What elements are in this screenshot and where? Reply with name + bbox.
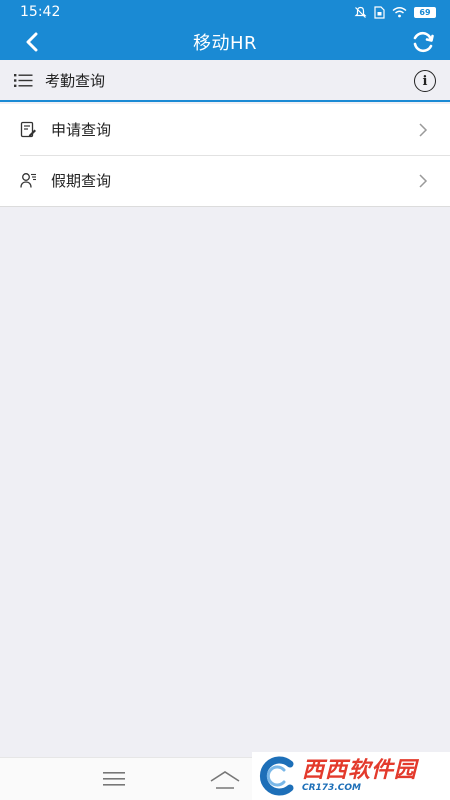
chevron-left-icon xyxy=(26,32,38,52)
wifi-icon xyxy=(392,7,407,18)
menu-item-label: 申请查询 xyxy=(51,121,112,139)
status-bar: 15:42 69 xyxy=(0,0,450,24)
section-title: 考勤查询 xyxy=(45,71,106,90)
refresh-icon xyxy=(413,31,434,53)
menu-item-application-query[interactable]: 申请查询 xyxy=(0,104,450,155)
chevron-right-icon xyxy=(419,123,428,137)
status-time: 15:42 xyxy=(20,4,61,20)
info-icon: i xyxy=(422,73,428,89)
menu-icon[interactable] xyxy=(103,771,125,787)
home-icon[interactable] xyxy=(209,769,241,791)
page-title: 移动HR xyxy=(192,33,258,54)
menu-item-label: 假期查询 xyxy=(51,172,112,190)
chevron-right-icon xyxy=(419,174,428,188)
list-icon xyxy=(14,73,33,87)
back-button[interactable] xyxy=(18,28,46,56)
watermark-text: 西西软件园 CR173.COM xyxy=(302,758,418,794)
query-menu-list: 申请查询 假期查询 xyxy=(0,104,450,207)
user-list-icon xyxy=(20,173,36,188)
watermark-c-logo-icon xyxy=(259,756,294,796)
battery-icon: 69 xyxy=(414,6,436,18)
watermark-logo: 西西软件园 CR173.COM xyxy=(252,752,450,800)
edit-document-icon xyxy=(20,121,36,137)
sim-icon xyxy=(374,5,385,19)
watermark-main: 西西软件园 xyxy=(302,758,418,783)
refresh-button[interactable] xyxy=(408,27,438,57)
mute-icon xyxy=(354,6,367,18)
info-button[interactable]: i xyxy=(414,70,436,92)
watermark-sub: CR173.COM xyxy=(302,783,361,793)
status-icons: 69 xyxy=(354,5,436,19)
section-header: 考勤查询 i xyxy=(0,60,450,102)
app-header: 移动HR xyxy=(0,24,450,60)
menu-item-vacation-query[interactable]: 假期查询 xyxy=(0,155,450,206)
